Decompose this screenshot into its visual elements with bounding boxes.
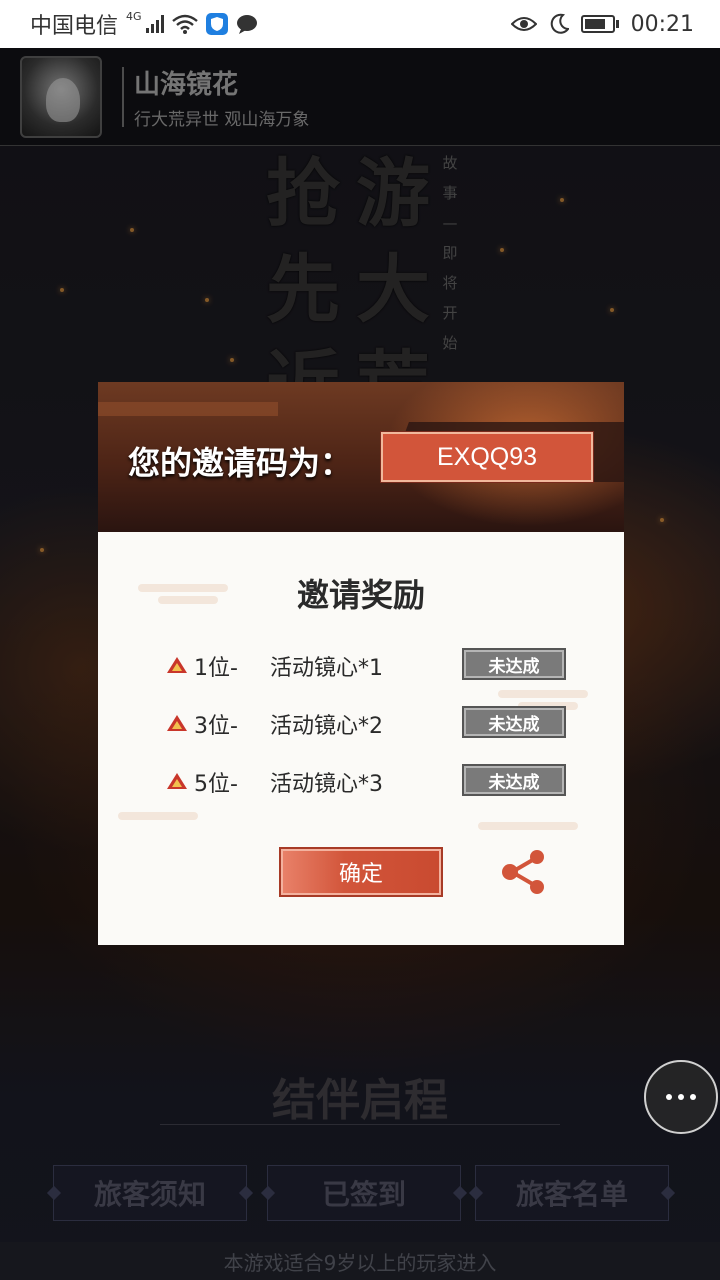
share-icon[interactable] — [500, 848, 548, 896]
more-options-button[interactable] — [644, 1060, 718, 1134]
wifi-icon — [171, 14, 198, 34]
reward-item: 活动镜心*1 — [270, 656, 383, 681]
dot-icon — [666, 1094, 672, 1100]
status-bar: 中国电信 4G 00:21 — [0, 0, 720, 48]
dot-icon — [678, 1094, 684, 1100]
reward-title: 邀请奖励 — [296, 576, 425, 614]
reward-rank: 1位- — [194, 656, 238, 681]
reward-rank: 3位- — [194, 714, 238, 739]
signal-icon — [145, 15, 164, 33]
reward-status-badge: 未达成 — [462, 648, 566, 680]
eye-comfort-icon — [510, 15, 537, 33]
reward-status-badge: 未达成 — [462, 764, 566, 796]
invite-code-value[interactable]: EXQQ93 — [381, 432, 593, 482]
dialog-header: 您的邀请码为： EXQQ93 — [98, 382, 624, 532]
reward-rank: 5位- — [194, 772, 238, 797]
invite-code-label: 您的邀请码为： — [128, 444, 353, 482]
network-type-label: 4G — [126, 9, 142, 23]
dot-icon — [690, 1094, 696, 1100]
reward-item: 活动镜心*3 — [270, 772, 383, 797]
dialog-body: 邀请奖励 1位- 活动镜心*1 未达成 3位- 活动镜心*2 未达成 5位- 活… — [98, 532, 624, 945]
header-artwork — [98, 402, 278, 416]
reward-item: 活动镜心*2 — [270, 714, 383, 739]
invite-dialog: 您的邀请码为： EXQQ93 邀请奖励 1位- 活动镜心*1 未达成 3位- 活… — [98, 382, 624, 945]
reward-row: 5位- 活动镜心*3 未达成 — [98, 764, 624, 800]
do-not-disturb-icon — [549, 13, 569, 35]
rank-badge-icon — [167, 657, 187, 673]
clock-label: 00:21 — [630, 11, 694, 37]
reward-row: 1位- 活动镜心*1 未达成 — [98, 648, 624, 684]
confirm-button[interactable]: 确定 — [279, 847, 443, 897]
message-icon — [236, 14, 258, 34]
rank-badge-icon — [167, 715, 187, 731]
reward-row: 3位- 活动镜心*2 未达成 — [98, 706, 624, 742]
carrier-label: 中国电信 — [30, 14, 119, 39]
reward-status-badge: 未达成 — [462, 706, 566, 738]
rank-badge-icon — [167, 773, 187, 789]
security-app-icon — [205, 13, 228, 35]
battery-icon — [580, 15, 619, 33]
